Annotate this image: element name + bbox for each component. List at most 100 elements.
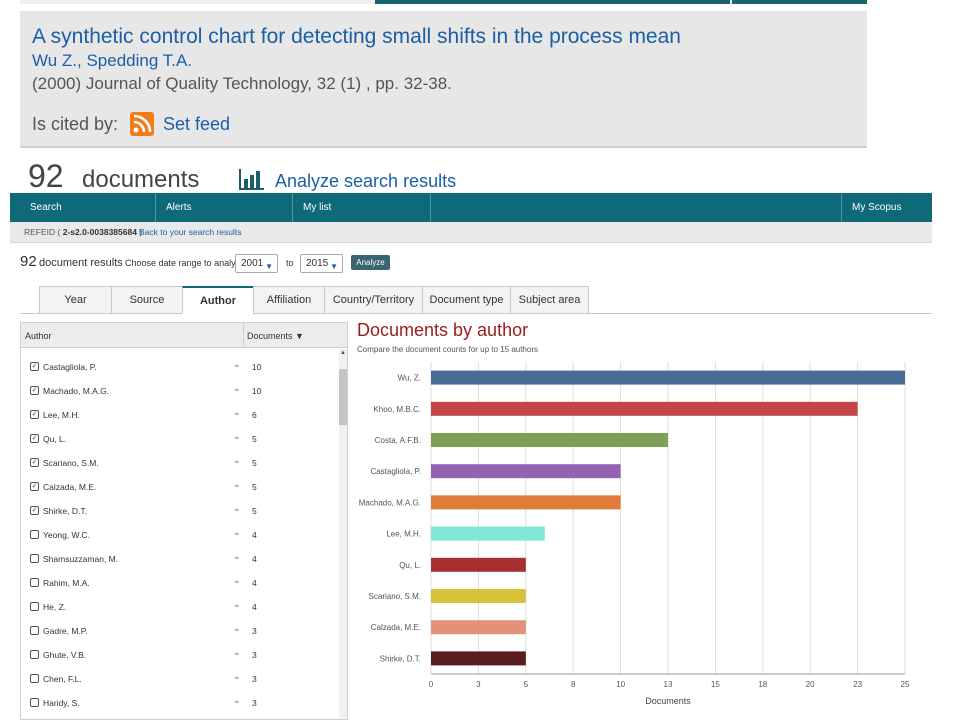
- author-name[interactable]: Scariano, S.M.: [43, 458, 99, 468]
- author-name[interactable]: Haridy, S.: [43, 698, 80, 708]
- checkbox-checked[interactable]: ✓: [30, 434, 39, 443]
- rss-feed-icon[interactable]: [130, 112, 154, 136]
- tab-source[interactable]: Source: [111, 286, 183, 314]
- author-row[interactable]: Yeong, W.C. ⌄ 4: [21, 524, 337, 548]
- nav-my-scopus[interactable]: My Scopus: [841, 193, 932, 222]
- scrollbar-thumb[interactable]: [339, 369, 347, 425]
- chevron-down-icon[interactable]: ⌄: [233, 695, 241, 706]
- chevron-down-icon[interactable]: ⌄: [233, 359, 241, 370]
- author-row[interactable]: Rahim, M.A. ⌄ 4: [21, 572, 337, 596]
- nav-search[interactable]: Search: [20, 193, 156, 222]
- col-author[interactable]: Author: [25, 331, 52, 341]
- checkbox[interactable]: [30, 602, 39, 611]
- from-year-select[interactable]: 2001 ▼: [235, 254, 278, 273]
- chevron-down-icon[interactable]: ⌄: [233, 575, 241, 586]
- analyze-search-results-link[interactable]: Analyze search results: [275, 171, 456, 192]
- bar[interactable]: [431, 589, 526, 603]
- author-row[interactable]: ✓ Scariano, S.M. ⌄ 5: [21, 452, 337, 476]
- author-row[interactable]: ✓ Castagliola, P. ⌄ 10: [21, 356, 337, 380]
- analyze-button[interactable]: Analyze: [351, 255, 390, 270]
- checkbox-checked[interactable]: ✓: [30, 506, 39, 515]
- author-row[interactable]: Ghute, V.B. ⌄ 3: [21, 644, 337, 668]
- author-name[interactable]: He, Z.: [43, 602, 66, 612]
- tab-affiliation[interactable]: Affiliation: [253, 286, 325, 314]
- author-name[interactable]: Calzada, M.E.: [43, 482, 96, 492]
- author-row[interactable]: Gadre, M.P. ⌄ 3: [21, 620, 337, 644]
- chevron-down-icon[interactable]: ⌄: [233, 647, 241, 658]
- x-tick-label: 20: [806, 680, 815, 689]
- bar[interactable]: [431, 433, 668, 447]
- author-row[interactable]: ✓ Qu, L. ⌄ 5: [21, 428, 337, 452]
- author-name[interactable]: Chen, F.L.: [43, 674, 82, 684]
- nav-my-list[interactable]: My list: [293, 193, 431, 222]
- checkbox[interactable]: [30, 650, 39, 659]
- author-row[interactable]: ✓ Lee, M.H. ⌄ 6: [21, 404, 337, 428]
- checkbox[interactable]: [30, 554, 39, 563]
- author-name[interactable]: Qu, L.: [43, 434, 66, 444]
- checkbox-checked[interactable]: ✓: [30, 482, 39, 491]
- checkbox[interactable]: [30, 626, 39, 635]
- tab-author[interactable]: Author: [182, 286, 254, 314]
- checkbox[interactable]: [30, 530, 39, 539]
- author-row[interactable]: Chen, F.L. ⌄ 3: [21, 668, 337, 692]
- chevron-down-icon[interactable]: ⌄: [233, 671, 241, 682]
- checkbox-checked[interactable]: ✓: [30, 386, 39, 395]
- tab-subject-area[interactable]: Subject area: [510, 286, 589, 314]
- bar[interactable]: [431, 557, 526, 572]
- author-row[interactable]: ✓ Calzada, M.E. ⌄ 5: [21, 476, 337, 500]
- bar[interactable]: [431, 651, 526, 666]
- chevron-down-icon[interactable]: ⌄: [233, 383, 241, 394]
- checkbox[interactable]: [30, 674, 39, 683]
- bar[interactable]: [431, 526, 545, 541]
- tab-document-type[interactable]: Document type: [422, 286, 511, 314]
- author-name[interactable]: Yeong, W.C.: [43, 530, 90, 540]
- bar[interactable]: [431, 370, 905, 385]
- bar[interactable]: [431, 464, 621, 479]
- article-title[interactable]: A synthetic control chart for detecting …: [32, 25, 681, 49]
- tab-year[interactable]: Year: [39, 286, 112, 314]
- bar[interactable]: [431, 620, 526, 635]
- bar[interactable]: [431, 495, 621, 510]
- y-category-label: Wu, Z.: [398, 374, 421, 383]
- set-feed-link[interactable]: Set feed: [163, 114, 230, 135]
- bar-chart-icon[interactable]: [238, 167, 266, 191]
- chevron-down-icon[interactable]: ⌄: [233, 503, 241, 514]
- tab-country-territory[interactable]: Country/Territory: [324, 286, 423, 314]
- author-name[interactable]: Shirke, D.T.: [43, 506, 87, 516]
- checkbox[interactable]: [30, 578, 39, 587]
- chevron-down-icon[interactable]: ⌄: [233, 431, 241, 442]
- checkbox-checked[interactable]: ✓: [30, 362, 39, 371]
- checkbox-checked[interactable]: ✓: [30, 458, 39, 467]
- author-name[interactable]: Lee, M.H.: [43, 410, 80, 420]
- to-year-select[interactable]: 2015 ▼: [300, 254, 343, 273]
- chevron-down-icon[interactable]: ⌄: [233, 623, 241, 634]
- nav-alerts[interactable]: Alerts: [156, 193, 293, 222]
- chevron-down-icon[interactable]: ⌄: [233, 407, 241, 418]
- author-row[interactable]: ✓ Shirke, D.T. ⌄ 5: [21, 500, 337, 524]
- scroll-up-icon[interactable]: ▲: [340, 350, 346, 356]
- chevron-down-icon[interactable]: ⌄: [233, 455, 241, 466]
- chevron-down-icon[interactable]: ⌄: [233, 527, 241, 538]
- checkbox-checked[interactable]: ✓: [30, 410, 39, 419]
- sort-icon[interactable]: ▼: [295, 331, 304, 341]
- author-row[interactable]: He, Z. ⌄ 4: [21, 596, 337, 620]
- author-name[interactable]: Castagliola, P.: [43, 362, 97, 372]
- article-authors[interactable]: Wu Z., Spedding T.A.: [32, 51, 192, 71]
- author-name[interactable]: Shamsuzzaman, M.: [43, 554, 118, 564]
- chevron-down-icon[interactable]: ⌄: [233, 479, 241, 490]
- author-row[interactable]: Shamsuzzaman, M. ⌄ 4: [21, 548, 337, 572]
- col-documents[interactable]: Documents ▼: [247, 331, 304, 341]
- bar[interactable]: [431, 401, 858, 416]
- chevron-down-icon[interactable]: ⌄: [233, 551, 241, 562]
- chevron-down-icon[interactable]: ⌄: [233, 599, 241, 610]
- results-count: 92: [20, 253, 37, 270]
- results-label: document results: [39, 257, 123, 269]
- author-row[interactable]: Haridy, S. ⌄ 3: [21, 692, 337, 716]
- author-row[interactable]: ✓ Machado, M.A.G. ⌄ 10: [21, 380, 337, 404]
- author-name[interactable]: Rahim, M.A.: [43, 578, 90, 588]
- back-to-results-link[interactable]: Back to your search results: [139, 227, 242, 237]
- author-name[interactable]: Ghute, V.B.: [43, 650, 86, 660]
- author-name[interactable]: Machado, M.A.G.: [43, 386, 109, 396]
- author-name[interactable]: Gadre, M.P.: [43, 626, 88, 636]
- checkbox[interactable]: [30, 698, 39, 707]
